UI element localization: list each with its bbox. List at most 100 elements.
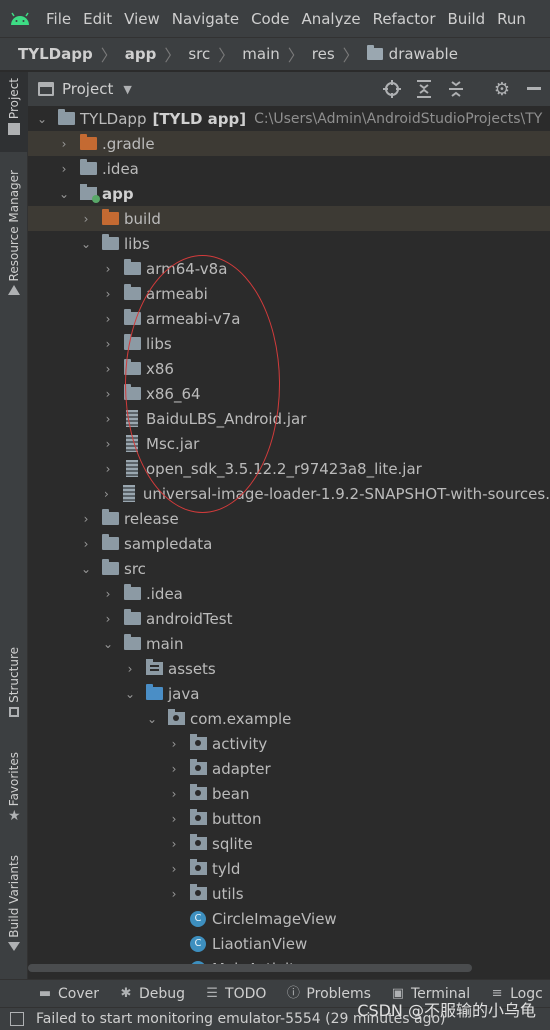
tree-item-libs-child[interactable]: › x86 xyxy=(28,356,550,381)
tab-structure[interactable]: Structure xyxy=(0,647,28,729)
collapse-all-icon[interactable] xyxy=(440,72,472,106)
tree-item-assets[interactable]: › assets xyxy=(28,656,550,681)
chevron-right-icon[interactable]: › xyxy=(168,862,180,876)
chevron-down-icon[interactable]: ⌄ xyxy=(58,187,70,201)
tool-debug[interactable]: ✱ Debug xyxy=(109,986,195,1002)
menu-refactor[interactable]: Refactor xyxy=(367,10,442,28)
menu-run[interactable]: Run xyxy=(491,10,532,28)
chevron-down-icon[interactable]: ⌄ xyxy=(146,712,158,726)
chevron-right-icon[interactable]: › xyxy=(58,137,70,151)
chevron-down-icon[interactable]: ⌄ xyxy=(80,562,92,576)
tree-item-main[interactable]: ⌄ main xyxy=(28,631,550,656)
tab-resource-manager[interactable]: Resource Manager xyxy=(0,170,28,315)
tree-item-jar[interactable]: › universal-image-loader-1.9.2-SNAPSHOT-… xyxy=(28,481,550,506)
tool-todo[interactable]: ☰ TODO xyxy=(195,986,276,1002)
chevron-down-icon[interactable]: ⌄ xyxy=(80,237,92,251)
tree-item-release[interactable]: › release xyxy=(28,506,550,531)
tree-item-androidtest[interactable]: › androidTest xyxy=(28,606,550,631)
tree-item-jar[interactable]: › BaiduLBS_Android.jar xyxy=(28,406,550,431)
tree-item-root[interactable]: ⌄ TYLDapp [TYLD app] C:\Users\Admin\Andr… xyxy=(28,106,550,131)
chevron-down-icon[interactable]: ▼ xyxy=(123,83,131,96)
breadcrumb-main[interactable]: main xyxy=(238,45,283,63)
chevron-right-icon[interactable]: › xyxy=(168,887,180,901)
chevron-right-icon[interactable]: › xyxy=(102,312,114,326)
tree-item-package[interactable]: › bean xyxy=(28,781,550,806)
chevron-right-icon[interactable]: › xyxy=(80,537,92,551)
chevron-right-icon[interactable]: › xyxy=(102,412,114,426)
tree-item-app[interactable]: ⌄ app xyxy=(28,181,550,206)
chevron-right-icon[interactable]: › xyxy=(102,337,114,351)
tree-item-gradle[interactable]: › .gradle xyxy=(28,131,550,156)
tree-item-sampledata[interactable]: › sampledata xyxy=(28,531,550,556)
tree-item-libs-child[interactable]: › libs xyxy=(28,331,550,356)
chevron-right-icon[interactable]: › xyxy=(168,812,180,826)
menu-build[interactable]: Build xyxy=(442,10,492,28)
tree-item-class[interactable]: C LiaotianView xyxy=(28,931,550,956)
chevron-right-icon[interactable]: › xyxy=(80,512,92,526)
tree-item-idea[interactable]: › .idea xyxy=(28,156,550,181)
chevron-right-icon[interactable]: › xyxy=(102,362,114,376)
chevron-right-icon[interactable]: › xyxy=(102,387,114,401)
minimize-icon[interactable] xyxy=(518,72,550,106)
breadcrumb-app[interactable]: app xyxy=(121,45,161,63)
breadcrumb-drawable[interactable]: drawable xyxy=(363,45,462,63)
chevron-right-icon[interactable]: › xyxy=(102,287,114,301)
tree-item-src-idea[interactable]: › .idea xyxy=(28,581,550,606)
chevron-right-icon[interactable]: › xyxy=(168,737,180,751)
chevron-down-icon[interactable]: ⌄ xyxy=(36,112,48,126)
tree-item-package[interactable]: › sqlite xyxy=(28,831,550,856)
gear-icon[interactable]: ⚙ xyxy=(486,72,518,106)
tree-item-com-example[interactable]: ⌄ com.example xyxy=(28,706,550,731)
tree-item-package[interactable]: › activity xyxy=(28,731,550,756)
project-view-title[interactable]: Project xyxy=(62,80,113,98)
breadcrumb-res[interactable]: res xyxy=(308,45,339,63)
menu-file[interactable]: File xyxy=(40,10,77,28)
tree-item-package[interactable]: › tyld xyxy=(28,856,550,881)
tree-item-package[interactable]: › button xyxy=(28,806,550,831)
breadcrumb-src[interactable]: src xyxy=(184,45,214,63)
chevron-right-icon[interactable]: › xyxy=(102,612,114,626)
tree-item-jar[interactable]: › open_sdk_3.5.12.2_r97423a8_lite.jar xyxy=(28,456,550,481)
tool-cover[interactable]: ▬ Cover xyxy=(0,986,109,1002)
tab-favorites[interactable]: Favorites ★ xyxy=(0,752,28,830)
menu-code[interactable]: Code xyxy=(245,10,295,28)
chevron-right-icon[interactable]: › xyxy=(168,762,180,776)
chevron-right-icon[interactable]: › xyxy=(168,787,180,801)
menu-navigate[interactable]: Navigate xyxy=(166,10,245,28)
menu-analyze[interactable]: Analyze xyxy=(295,10,366,28)
chevron-right-icon[interactable]: › xyxy=(102,437,114,451)
tab-build-variants-label: Build Variants xyxy=(7,855,21,938)
chevron-right-icon[interactable]: › xyxy=(102,587,114,601)
tab-build-variants[interactable]: Build Variants xyxy=(0,855,28,965)
tree-item-java[interactable]: ⌄ java xyxy=(28,681,550,706)
tree-item-package[interactable]: › adapter xyxy=(28,756,550,781)
breadcrumb-project[interactable]: TYLDapp xyxy=(14,45,97,63)
status-toggle-icon[interactable] xyxy=(10,1012,24,1026)
horizontal-scrollbar[interactable] xyxy=(28,964,472,972)
chevron-right-icon[interactable]: › xyxy=(168,837,180,851)
tree-item-libs-child[interactable]: › armeabi xyxy=(28,281,550,306)
tree-item-build[interactable]: › build xyxy=(28,206,550,231)
chevron-right-icon[interactable]: › xyxy=(102,262,114,276)
chevron-down-icon[interactable]: ⌄ xyxy=(124,687,136,701)
tree-item-libs-child[interactable]: › armeabi-v7a xyxy=(28,306,550,331)
locate-file-icon[interactable] xyxy=(376,72,408,106)
chevron-right-icon[interactable]: › xyxy=(102,462,114,476)
chevron-right-icon[interactable]: › xyxy=(102,487,111,501)
tree-item-label: .gradle xyxy=(102,134,155,153)
menu-view[interactable]: View xyxy=(118,10,166,28)
tree-item-src[interactable]: ⌄ src xyxy=(28,556,550,581)
chevron-right-icon[interactable]: › xyxy=(124,662,136,676)
menu-edit[interactable]: Edit xyxy=(77,10,118,28)
chevron-right-icon[interactable]: › xyxy=(80,212,92,226)
chevron-right-icon[interactable]: › xyxy=(58,162,70,176)
tree-item-class[interactable]: C CircleImageView xyxy=(28,906,550,931)
tree-item-libs-child[interactable]: › x86_64 xyxy=(28,381,550,406)
tab-project[interactable]: Project xyxy=(0,72,28,152)
expand-all-icon[interactable] xyxy=(408,72,440,106)
tree-item-libs[interactable]: ⌄ libs xyxy=(28,231,550,256)
tree-item-jar[interactable]: › Msc.jar xyxy=(28,431,550,456)
tree-item-package[interactable]: › utils xyxy=(28,881,550,906)
tree-item-libs-child[interactable]: › arm64-v8a xyxy=(28,256,550,281)
chevron-down-icon[interactable]: ⌄ xyxy=(102,637,114,651)
